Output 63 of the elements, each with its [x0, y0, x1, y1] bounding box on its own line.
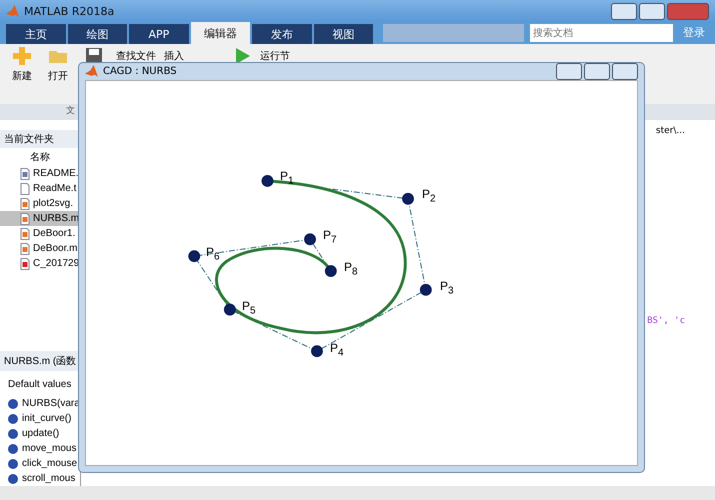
close-button[interactable]	[612, 63, 638, 80]
ribbon-tab[interactable]: APP	[129, 24, 189, 44]
ribbon-tab[interactable]: 视图	[314, 24, 374, 44]
panel-title: 当前文件夹	[0, 130, 80, 148]
file-item[interactable]: C_201729	[0, 256, 80, 271]
matlab-logo-icon	[85, 65, 98, 78]
control-point[interactable]	[262, 175, 274, 187]
file-icon	[20, 242, 30, 254]
new-button[interactable]: 新建	[12, 69, 32, 83]
point-label: P$_{4}$	[330, 341, 344, 358]
function-item[interactable]: click_mouse	[0, 456, 80, 471]
code-text: BS', 'c	[647, 316, 685, 326]
file-icon	[20, 258, 30, 270]
maximize-button[interactable]	[639, 2, 665, 20]
file-icon	[20, 168, 30, 180]
search-field[interactable]: 搜索文档	[530, 24, 673, 42]
file-item[interactable]: ReadMe.t	[0, 181, 80, 196]
point-label: P$_{7}$	[323, 228, 337, 246]
point-label: P$_{2}$	[422, 187, 436, 204]
ribbon-tab[interactable]: 绘图	[68, 24, 128, 44]
close-button[interactable]	[667, 2, 709, 20]
point-label: P$_{5}$	[242, 299, 256, 316]
function-item[interactable]: move_mous	[0, 441, 80, 456]
point-label: P$_{3}$	[440, 279, 454, 296]
function-item[interactable]: NURBS(vara	[0, 396, 80, 411]
control-point[interactable]	[304, 233, 316, 246]
control-point[interactable]	[224, 304, 236, 316]
file-icon	[20, 198, 30, 210]
ribbon-tab[interactable]: 主页	[6, 24, 66, 44]
ribbon-group-label: 文	[66, 104, 75, 118]
window-title: MATLAB R2018a	[24, 4, 114, 18]
file-item[interactable]: NURBS.m	[0, 211, 80, 226]
function-item[interactable]: scroll_mous	[0, 471, 80, 486]
control-point[interactable]	[188, 250, 200, 262]
file-item[interactable]: DeBoor.m	[0, 241, 80, 256]
file-icon	[20, 182, 30, 194]
maximize-button[interactable]	[584, 63, 610, 80]
details-subtitle: Default values	[7, 378, 72, 392]
find-files-button[interactable]: 查找文件	[116, 46, 156, 63]
function-item[interactable]: init_curve()	[0, 411, 80, 426]
column-header[interactable]: 名称	[0, 148, 80, 166]
control-point[interactable]	[402, 192, 414, 205]
open-button[interactable]: 打开	[48, 69, 68, 83]
ribbon-tab[interactable]: 发布	[252, 24, 312, 44]
file-icon	[20, 228, 30, 240]
point-label: P$_{8}$	[344, 260, 358, 278]
minimize-button[interactable]	[556, 63, 582, 80]
control-point[interactable]	[311, 345, 323, 358]
file-item[interactable]: README.	[0, 166, 80, 181]
insert-button[interactable]: 插入	[164, 46, 184, 63]
figure-title: CAGD : NURBS	[103, 66, 177, 77]
matlab-logo-icon	[6, 4, 19, 18]
minimize-button[interactable]	[611, 2, 637, 20]
ribbon-tab[interactable]: 编辑器	[190, 22, 250, 44]
control-point[interactable]	[420, 284, 432, 296]
details-title: NURBS.m (函数	[0, 351, 80, 371]
file-item[interactable]: DeBoor1.	[0, 226, 80, 241]
file-icon	[20, 212, 30, 224]
function-item[interactable]: update()	[0, 426, 80, 441]
run-section-button[interactable]: 运行节	[260, 46, 290, 63]
control-point[interactable]	[324, 265, 337, 277]
path-label: ster\...	[656, 126, 685, 136]
file-item[interactable]: plot2svg.	[0, 196, 80, 211]
